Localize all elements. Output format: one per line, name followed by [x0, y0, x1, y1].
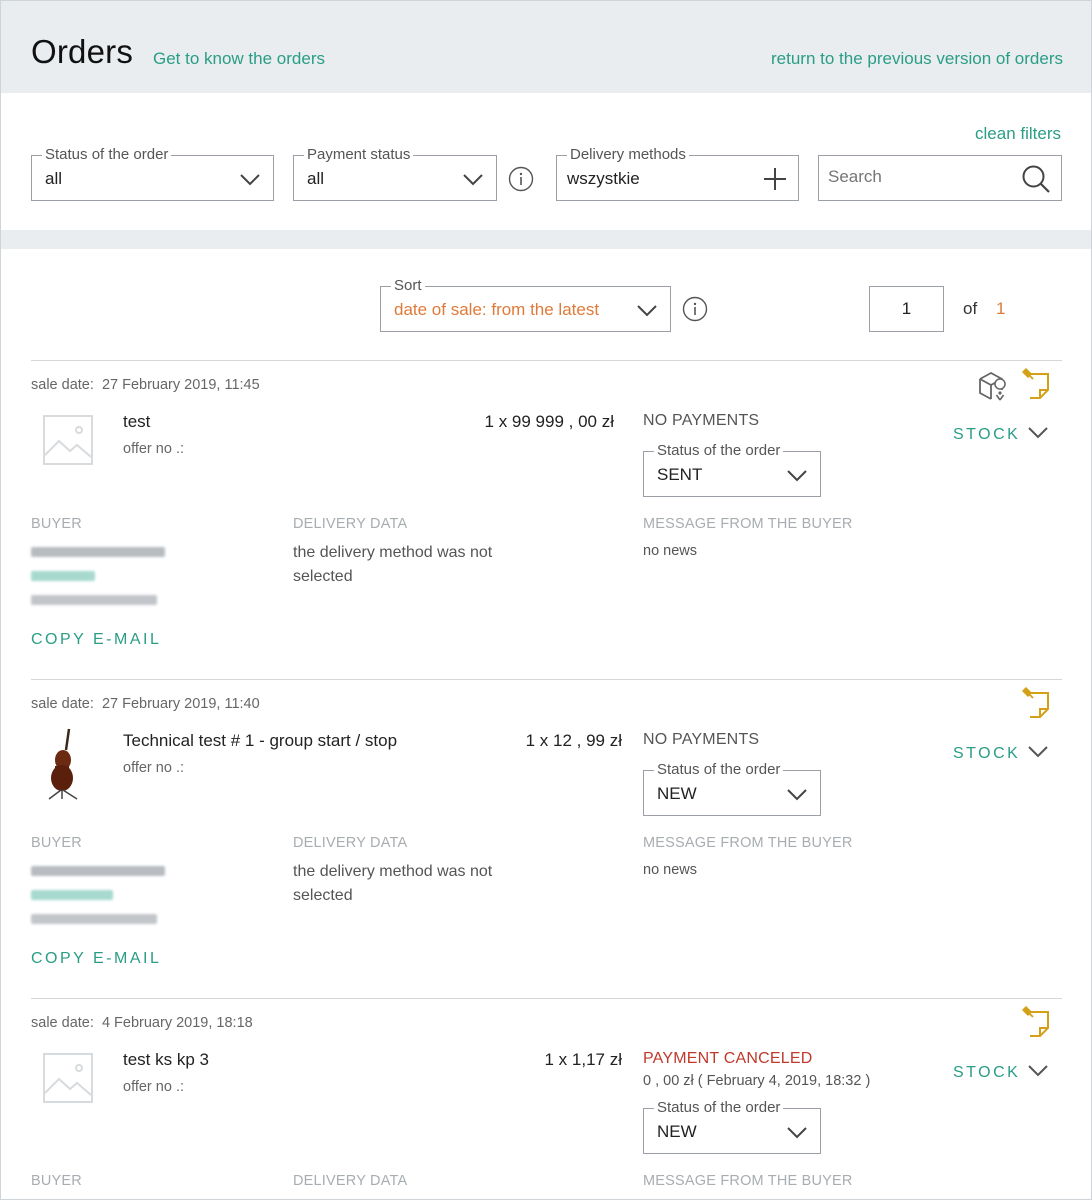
- note-pin-icon[interactable]: [1022, 687, 1052, 719]
- page-total: 1: [996, 299, 1006, 318]
- chevron-down-icon[interactable]: [1027, 740, 1049, 762]
- order-price: 1 x 99 999 , 00 zł: [484, 412, 614, 431]
- stock-button[interactable]: STOCK: [953, 1064, 1020, 1082]
- delivery-data-label: DELIVERY DATA: [293, 835, 408, 851]
- order-price: 1 x 12 , 99 zł: [525, 731, 622, 750]
- buyer-message-label: MESSAGE FROM THE BUYER: [643, 516, 853, 532]
- buyer-login-redacted[interactable]: [31, 890, 113, 900]
- payment-status-filter-value: all: [307, 169, 325, 188]
- offer-number: offer no .:: [123, 760, 184, 776]
- sort-value: date of sale: from the latest: [394, 300, 600, 319]
- order-status-select[interactable]: Status of the order NEW: [643, 760, 821, 816]
- section-separator: [1, 230, 1091, 249]
- delivery-data-text: the delivery method was not selected: [293, 863, 493, 904]
- payment-status-filter[interactable]: Payment status all: [293, 145, 497, 201]
- buyer-label: BUYER: [31, 1173, 82, 1189]
- order-divider: [31, 679, 1062, 680]
- buyer-message-text: no news: [643, 862, 698, 878]
- order-status-label: Status of the order: [654, 760, 784, 780]
- buyer-phone-redacted: [31, 595, 157, 605]
- order-status-value: NEW: [657, 1122, 697, 1141]
- buyer-name-redacted: [31, 866, 165, 876]
- sale-date: sale date: 4 February 2019, 18:18: [31, 1015, 253, 1031]
- buyer-name-redacted: [31, 547, 165, 557]
- search-field[interactable]: [818, 155, 1062, 201]
- product-name[interactable]: test ks kp 3: [123, 1050, 209, 1070]
- orders-page: Orders Get to know the orders return to …: [0, 0, 1092, 1200]
- sale-date: sale date: 27 February 2019, 11:40: [31, 696, 260, 712]
- chevron-down-icon: [637, 305, 657, 317]
- delivery-data-label: DELIVERY DATA: [293, 1173, 408, 1189]
- order-price: 1 x 1,17 zł: [544, 1050, 623, 1069]
- payment-status: NO PAYMENTS: [643, 731, 760, 748]
- delivery-methods-filter[interactable]: Delivery methods wszystkie: [556, 145, 799, 201]
- sort-info-icon[interactable]: [682, 296, 708, 322]
- search-input[interactable]: [828, 167, 1008, 187]
- order-divider: [31, 998, 1062, 999]
- buyer-message-label: MESSAGE FROM THE BUYER: [643, 835, 853, 851]
- sale-date: sale date: 27 February 2019, 11:45: [31, 377, 260, 393]
- copy-email-button[interactable]: COPY E-MAIL: [31, 631, 161, 649]
- copy-email-button[interactable]: COPY E-MAIL: [31, 950, 161, 968]
- chevron-down-icon: [787, 789, 807, 801]
- payment-detail: 0 , 00 zł ( February 4, 2019, 18:32 ): [643, 1073, 871, 1089]
- order-divider: [31, 360, 1062, 361]
- product-name[interactable]: test: [123, 412, 150, 432]
- buyer-label: BUYER: [31, 835, 82, 851]
- image-placeholder-icon: [43, 1053, 93, 1103]
- payment-status: NO PAYMENTS: [643, 412, 760, 429]
- info-icon[interactable]: [508, 166, 534, 192]
- offer-number: offer no .:: [123, 1079, 184, 1095]
- order-status-select[interactable]: Status of the order NEW: [643, 1098, 821, 1154]
- offer-number: offer no .:: [123, 441, 184, 457]
- sort-label: Sort: [391, 276, 425, 296]
- delivery-data-text: the delivery method was not selected: [293, 544, 493, 585]
- image-placeholder-icon: [43, 415, 93, 465]
- order-status-filter-value: all: [45, 169, 63, 188]
- cello-product-image: [48, 728, 78, 800]
- order-status-label: Status of the order: [654, 1098, 784, 1118]
- order-status-filter-label: Status of the order: [42, 145, 172, 165]
- page-number-input[interactable]: 1: [869, 286, 944, 332]
- search-icon[interactable]: [1021, 164, 1051, 194]
- product-name[interactable]: Technical test # 1 - group start / stop: [123, 731, 397, 751]
- chevron-down-icon: [463, 174, 483, 186]
- chevron-down-icon[interactable]: [1027, 1059, 1049, 1081]
- sort-select[interactable]: Sort date of sale: from the latest: [380, 276, 671, 332]
- plus-icon: [764, 168, 786, 190]
- chevron-down-icon: [240, 174, 260, 186]
- chevron-down-icon: [787, 470, 807, 482]
- buyer-phone-redacted: [31, 914, 157, 924]
- delivery-methods-filter-label: Delivery methods: [567, 145, 689, 165]
- delivery-methods-filter-value: wszystkie: [567, 169, 640, 188]
- order-status-select[interactable]: Status of the order SENT: [643, 441, 821, 497]
- payment-status-filter-label: Payment status: [304, 145, 414, 165]
- buyer-message-label: MESSAGE FROM THE BUYER: [643, 1173, 853, 1189]
- page-header: Orders Get to know the orders return to …: [1, 1, 1091, 93]
- delivery-data-label: DELIVERY DATA: [293, 516, 408, 532]
- order-status-filter[interactable]: Status of the order all: [31, 145, 274, 201]
- buyer-label: BUYER: [31, 516, 82, 532]
- order-status-value: SENT: [657, 465, 703, 484]
- stock-button[interactable]: STOCK: [953, 745, 1020, 763]
- payment-status: PAYMENT CANCELED: [643, 1050, 813, 1067]
- note-pin-icon[interactable]: [1022, 1006, 1052, 1038]
- stock-button[interactable]: STOCK: [953, 426, 1020, 444]
- clean-filters-link[interactable]: clean filters: [975, 124, 1061, 144]
- previous-version-link[interactable]: return to the previous version of orders: [771, 49, 1063, 69]
- note-pin-icon[interactable]: [1022, 368, 1052, 400]
- page-of-label: of: [963, 299, 978, 318]
- know-orders-link[interactable]: Get to know the orders: [153, 49, 325, 69]
- page-title: Orders: [31, 33, 134, 70]
- order-status-label: Status of the order: [654, 441, 784, 461]
- order-status-value: NEW: [657, 784, 697, 803]
- buyer-login-redacted[interactable]: [31, 571, 95, 581]
- chevron-down-icon[interactable]: [1027, 421, 1049, 443]
- buyer-message-text: no news: [643, 543, 698, 559]
- chevron-down-icon: [787, 1127, 807, 1139]
- parcel-location-icon[interactable]: [977, 370, 1007, 402]
